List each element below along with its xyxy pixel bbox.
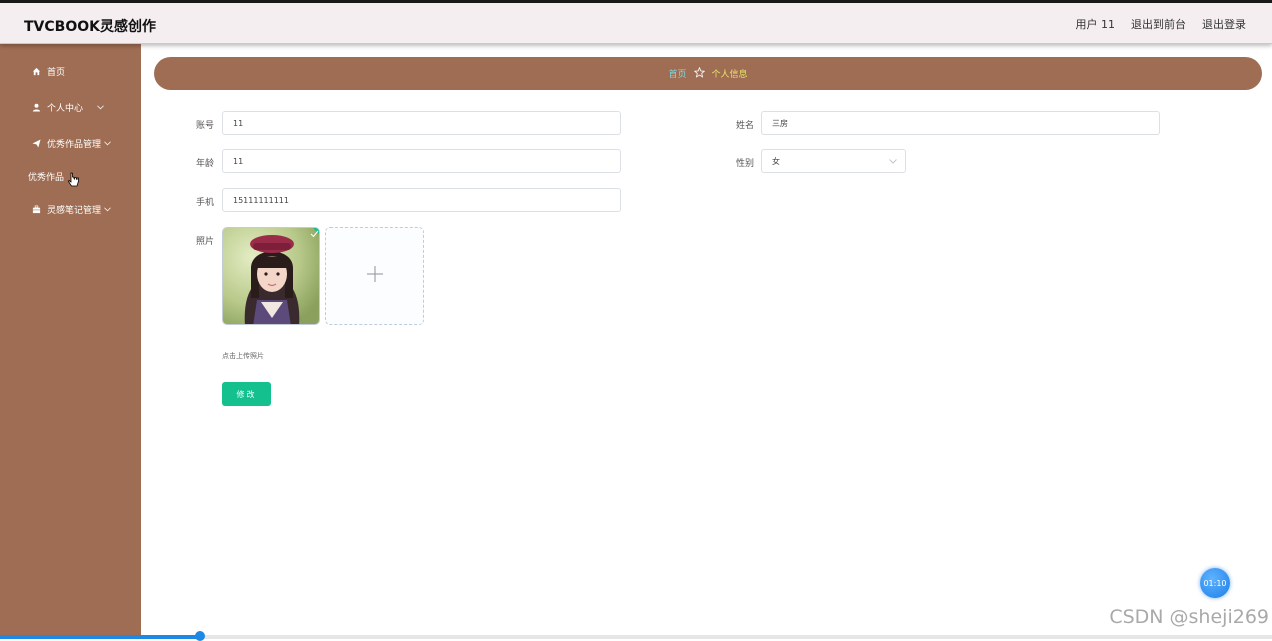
chevron-down-icon <box>889 157 897 166</box>
account-label: 账号 <box>195 121 214 131</box>
account-value: 11 <box>233 118 244 128</box>
chevron-down-icon <box>104 139 111 148</box>
user-icon <box>31 102 41 112</box>
age-field[interactable]: 11 <box>222 149 621 173</box>
progress-handle[interactable] <box>195 631 205 641</box>
chevron-down-icon <box>104 205 111 214</box>
app-title: TVCBOOK灵感创作 <box>24 19 156 35</box>
star-icon <box>693 66 705 81</box>
gender-select[interactable]: 女 <box>761 149 906 173</box>
plus-icon <box>366 265 383 287</box>
top-header: TVCBOOK灵感创作 用户 11 退出到前台 退出登录 <box>0 3 1272 44</box>
phone-value: 15111111111 <box>233 195 289 205</box>
video-progress-bar[interactable] <box>0 631 1272 641</box>
sidebar-item-personal-center[interactable]: 个人中心 <box>0 89 141 125</box>
phone-field[interactable]: 15111111111 <box>222 188 621 212</box>
account-field[interactable]: 11 <box>222 111 621 135</box>
sidebar-item-label: 优秀作品管理 <box>47 139 102 150</box>
modify-button[interactable]: 修改 <box>222 382 271 406</box>
upload-tip: 点击上传照片 <box>222 352 264 360</box>
breadcrumb: 首页 个人信息 <box>154 57 1262 90</box>
gender-label: 性别 <box>735 159 754 169</box>
sidebar-item-home[interactable]: 首页 <box>0 53 141 89</box>
back-to-front-link[interactable]: 退出到前台 <box>1131 16 1186 32</box>
gender-value: 女 <box>772 156 780 166</box>
watermark: CSDN @sheji269 <box>1109 606 1269 628</box>
chevron-down-icon <box>97 103 104 112</box>
sidebar-item-label: 个人中心 <box>47 103 84 114</box>
name-value: 三房 <box>772 118 788 128</box>
sidebar-item-label: 首页 <box>47 67 66 78</box>
header-actions: 用户 11 退出到前台 退出登录 <box>1076 16 1247 32</box>
photo-upload-button[interactable] <box>325 227 424 325</box>
sidebar-item-label: 灵感笔记管理 <box>47 205 102 216</box>
progress-fill <box>0 635 200 639</box>
recording-timer-badge: 01:10 <box>1200 568 1230 598</box>
breadcrumb-current: 个人信息 <box>711 70 748 80</box>
mouse-cursor-icon <box>68 172 80 193</box>
home-icon <box>31 66 41 76</box>
logout-link[interactable]: 退出登录 <box>1202 16 1246 32</box>
age-value: 11 <box>233 156 244 166</box>
sidebar-item-works-management[interactable]: 优秀作品管理 <box>0 125 141 161</box>
sidebar-item-label: 优秀作品 <box>28 172 65 183</box>
name-field[interactable]: 三房 <box>761 111 1160 135</box>
sidebar: 首页 个人中心 优秀作品管理 优秀作品 灵感笔记管理 <box>0 44 141 639</box>
name-label: 姓名 <box>735 121 754 131</box>
briefcase-icon <box>31 204 41 214</box>
breadcrumb-home-link[interactable]: 首页 <box>668 67 686 80</box>
sidebar-item-notes-management[interactable]: 灵感笔记管理 <box>0 191 141 227</box>
age-label: 年龄 <box>195 159 214 169</box>
uploaded-photo[interactable] <box>222 227 320 325</box>
paper-plane-icon <box>31 138 41 148</box>
phone-label: 手机 <box>195 198 214 208</box>
current-user-label: 用户 11 <box>1075 18 1116 31</box>
photo-label: 照片 <box>195 237 214 247</box>
